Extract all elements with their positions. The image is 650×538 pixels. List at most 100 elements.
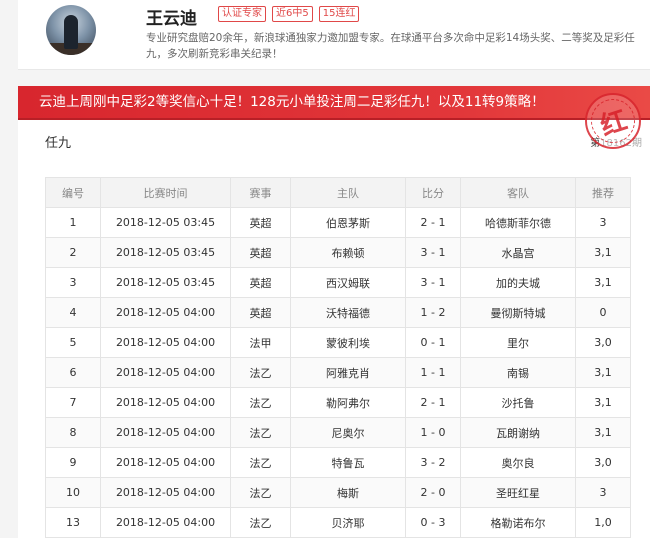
score: 2 - 0 <box>405 477 461 508</box>
recommendation: 3,0 <box>575 447 631 478</box>
expert-profile-card: 王云迪 认证专家 近6中5 15连红 专业研究盘赔20余年，新浪球通独家力邀加盟… <box>18 0 650 70</box>
recommendation: 3,0 <box>575 327 631 358</box>
home-team[interactable]: 尼奥尔 <box>290 417 406 448</box>
table-row: 10 2018-12-05 04:00 法乙 梅斯 2 - 0 圣旺红星 3 <box>45 477 631 508</box>
match-time: 2018-12-05 04:00 <box>100 327 231 358</box>
home-team[interactable]: 贝济耶 <box>290 507 406 538</box>
headline-banner: 云迪上周刚中足彩2等奖信心十足！128元小单投注周二足彩任九！以及11转9策略！ <box>18 86 650 118</box>
score: 3 - 1 <box>405 237 461 268</box>
match-number: 4 <box>45 297 101 328</box>
home-team[interactable]: 西汉姆联 <box>290 267 406 298</box>
home-team[interactable]: 布赖顿 <box>290 237 406 268</box>
match-number: 3 <box>45 267 101 298</box>
header-score: 比分 <box>405 177 461 208</box>
match-time: 2018-12-05 04:00 <box>100 297 231 328</box>
recommendation: 0 <box>575 297 631 328</box>
match-time: 2018-12-05 03:45 <box>100 207 231 238</box>
league: 法乙 <box>230 477 291 508</box>
table-row: 1 2018-12-05 03:45 英超 伯恩茅斯 2 - 1 哈德斯菲尔德 3 <box>45 207 631 238</box>
match-time: 2018-12-05 03:45 <box>100 237 231 268</box>
win-seal: 红 <box>585 93 641 149</box>
recommendation: 3 <box>575 207 631 238</box>
expert-name[interactable]: 王云迪 <box>146 4 197 29</box>
score: 0 - 3 <box>405 507 461 538</box>
table-row: 6 2018-12-05 04:00 法乙 阿雅克肖 1 - 1 南锡 3,1 <box>45 357 631 388</box>
away-team[interactable]: 瓦朗谢纳 <box>460 417 576 448</box>
score: 0 - 1 <box>405 327 461 358</box>
match-number: 5 <box>45 327 101 358</box>
away-team[interactable]: 加的夫城 <box>460 267 576 298</box>
table-row: 7 2018-12-05 04:00 法乙 勒阿弗尔 2 - 1 沙托鲁 3,1 <box>45 387 631 418</box>
table-row: 9 2018-12-05 04:00 法乙 特鲁瓦 3 - 2 奥尔良 3,0 <box>45 447 631 478</box>
away-team[interactable]: 曼彻斯特城 <box>460 297 576 328</box>
badge-list: 认证专家 近6中5 15连红 <box>218 6 360 22</box>
league: 法乙 <box>230 447 291 478</box>
home-team[interactable]: 梅斯 <box>290 477 406 508</box>
match-number: 6 <box>45 357 101 388</box>
match-number: 8 <box>45 417 101 448</box>
home-team[interactable]: 伯恩茅斯 <box>290 207 406 238</box>
score: 3 - 1 <box>405 267 461 298</box>
recommendation: 3,1 <box>575 267 631 298</box>
score: 3 - 2 <box>405 447 461 478</box>
league: 英超 <box>230 237 291 268</box>
header-match-time: 比赛时间 <box>100 177 231 208</box>
home-team[interactable]: 沃特福德 <box>290 297 406 328</box>
content-card: 任九 第18162期 编号 比赛时间 赛事 主队 比分 客队 推荐 1 2018-… <box>18 120 650 538</box>
home-team[interactable]: 勒阿弗尔 <box>290 387 406 418</box>
recommendation: 3,1 <box>575 357 631 388</box>
win-seal-icon: 红 <box>585 93 641 149</box>
match-time: 2018-12-05 03:45 <box>100 267 231 298</box>
match-time: 2018-12-05 04:00 <box>100 387 231 418</box>
league: 法乙 <box>230 417 291 448</box>
league: 英超 <box>230 297 291 328</box>
header-home-team: 主队 <box>290 177 406 208</box>
league: 法乙 <box>230 387 291 418</box>
score: 1 - 0 <box>405 417 461 448</box>
section-title: 任九 <box>45 136 72 151</box>
away-team[interactable]: 哈德斯菲尔德 <box>460 207 576 238</box>
home-team[interactable]: 阿雅克肖 <box>290 357 406 388</box>
match-number: 13 <box>45 507 101 538</box>
league: 法乙 <box>230 507 291 538</box>
league: 英超 <box>230 267 291 298</box>
away-team[interactable]: 格勒诺布尔 <box>460 507 576 538</box>
badge-certified: 认证专家 <box>218 6 266 22</box>
league: 法甲 <box>230 327 291 358</box>
away-team[interactable]: 奥尔良 <box>460 447 576 478</box>
away-team[interactable]: 里尔 <box>460 327 576 358</box>
header-away-team: 客队 <box>460 177 576 208</box>
away-team[interactable]: 沙托鲁 <box>460 387 576 418</box>
match-time: 2018-12-05 04:00 <box>100 447 231 478</box>
league: 法乙 <box>230 357 291 388</box>
match-table-body: 1 2018-12-05 03:45 英超 伯恩茅斯 2 - 1 哈德斯菲尔德 3 2 2018… <box>45 207 631 538</box>
match-number: 9 <box>45 447 101 478</box>
away-team[interactable]: 水晶宫 <box>460 237 576 268</box>
league: 英超 <box>230 207 291 238</box>
away-team[interactable]: 南锡 <box>460 357 576 388</box>
match-time: 2018-12-05 04:00 <box>100 357 231 388</box>
match-number: 1 <box>45 207 101 238</box>
table-header-row: 编号 比赛时间 赛事 主队 比分 客队 推荐 <box>45 177 631 208</box>
match-number: 10 <box>45 477 101 508</box>
avatar-figure <box>64 15 78 49</box>
home-team[interactable]: 特鲁瓦 <box>290 447 406 478</box>
header-recommendation: 推荐 <box>575 177 631 208</box>
match-time: 2018-12-05 04:00 <box>100 477 231 508</box>
away-team[interactable]: 圣旺红星 <box>460 477 576 508</box>
header-number: 编号 <box>45 177 101 208</box>
table-row: 3 2018-12-05 03:45 英超 西汉姆联 3 - 1 加的夫城 3,1 <box>45 267 631 298</box>
avatar[interactable] <box>46 5 96 55</box>
match-time: 2018-12-05 04:00 <box>100 417 231 448</box>
match-time: 2018-12-05 04:00 <box>100 507 231 538</box>
score: 2 - 1 <box>405 387 461 418</box>
recommendation: 3,1 <box>575 417 631 448</box>
match-number: 2 <box>45 237 101 268</box>
recommendation: 1,0 <box>575 507 631 538</box>
badge-win-streak: 15连红 <box>318 6 360 22</box>
table-row: 4 2018-12-05 04:00 英超 沃特福德 1 - 2 曼彻斯特城 0 <box>45 297 631 328</box>
home-team[interactable]: 蒙彼利埃 <box>290 327 406 358</box>
table-row: 8 2018-12-05 04:00 法乙 尼奥尔 1 - 0 瓦朗谢纳 3,1 <box>45 417 631 448</box>
header-league: 赛事 <box>230 177 291 208</box>
recommendation: 3,1 <box>575 387 631 418</box>
